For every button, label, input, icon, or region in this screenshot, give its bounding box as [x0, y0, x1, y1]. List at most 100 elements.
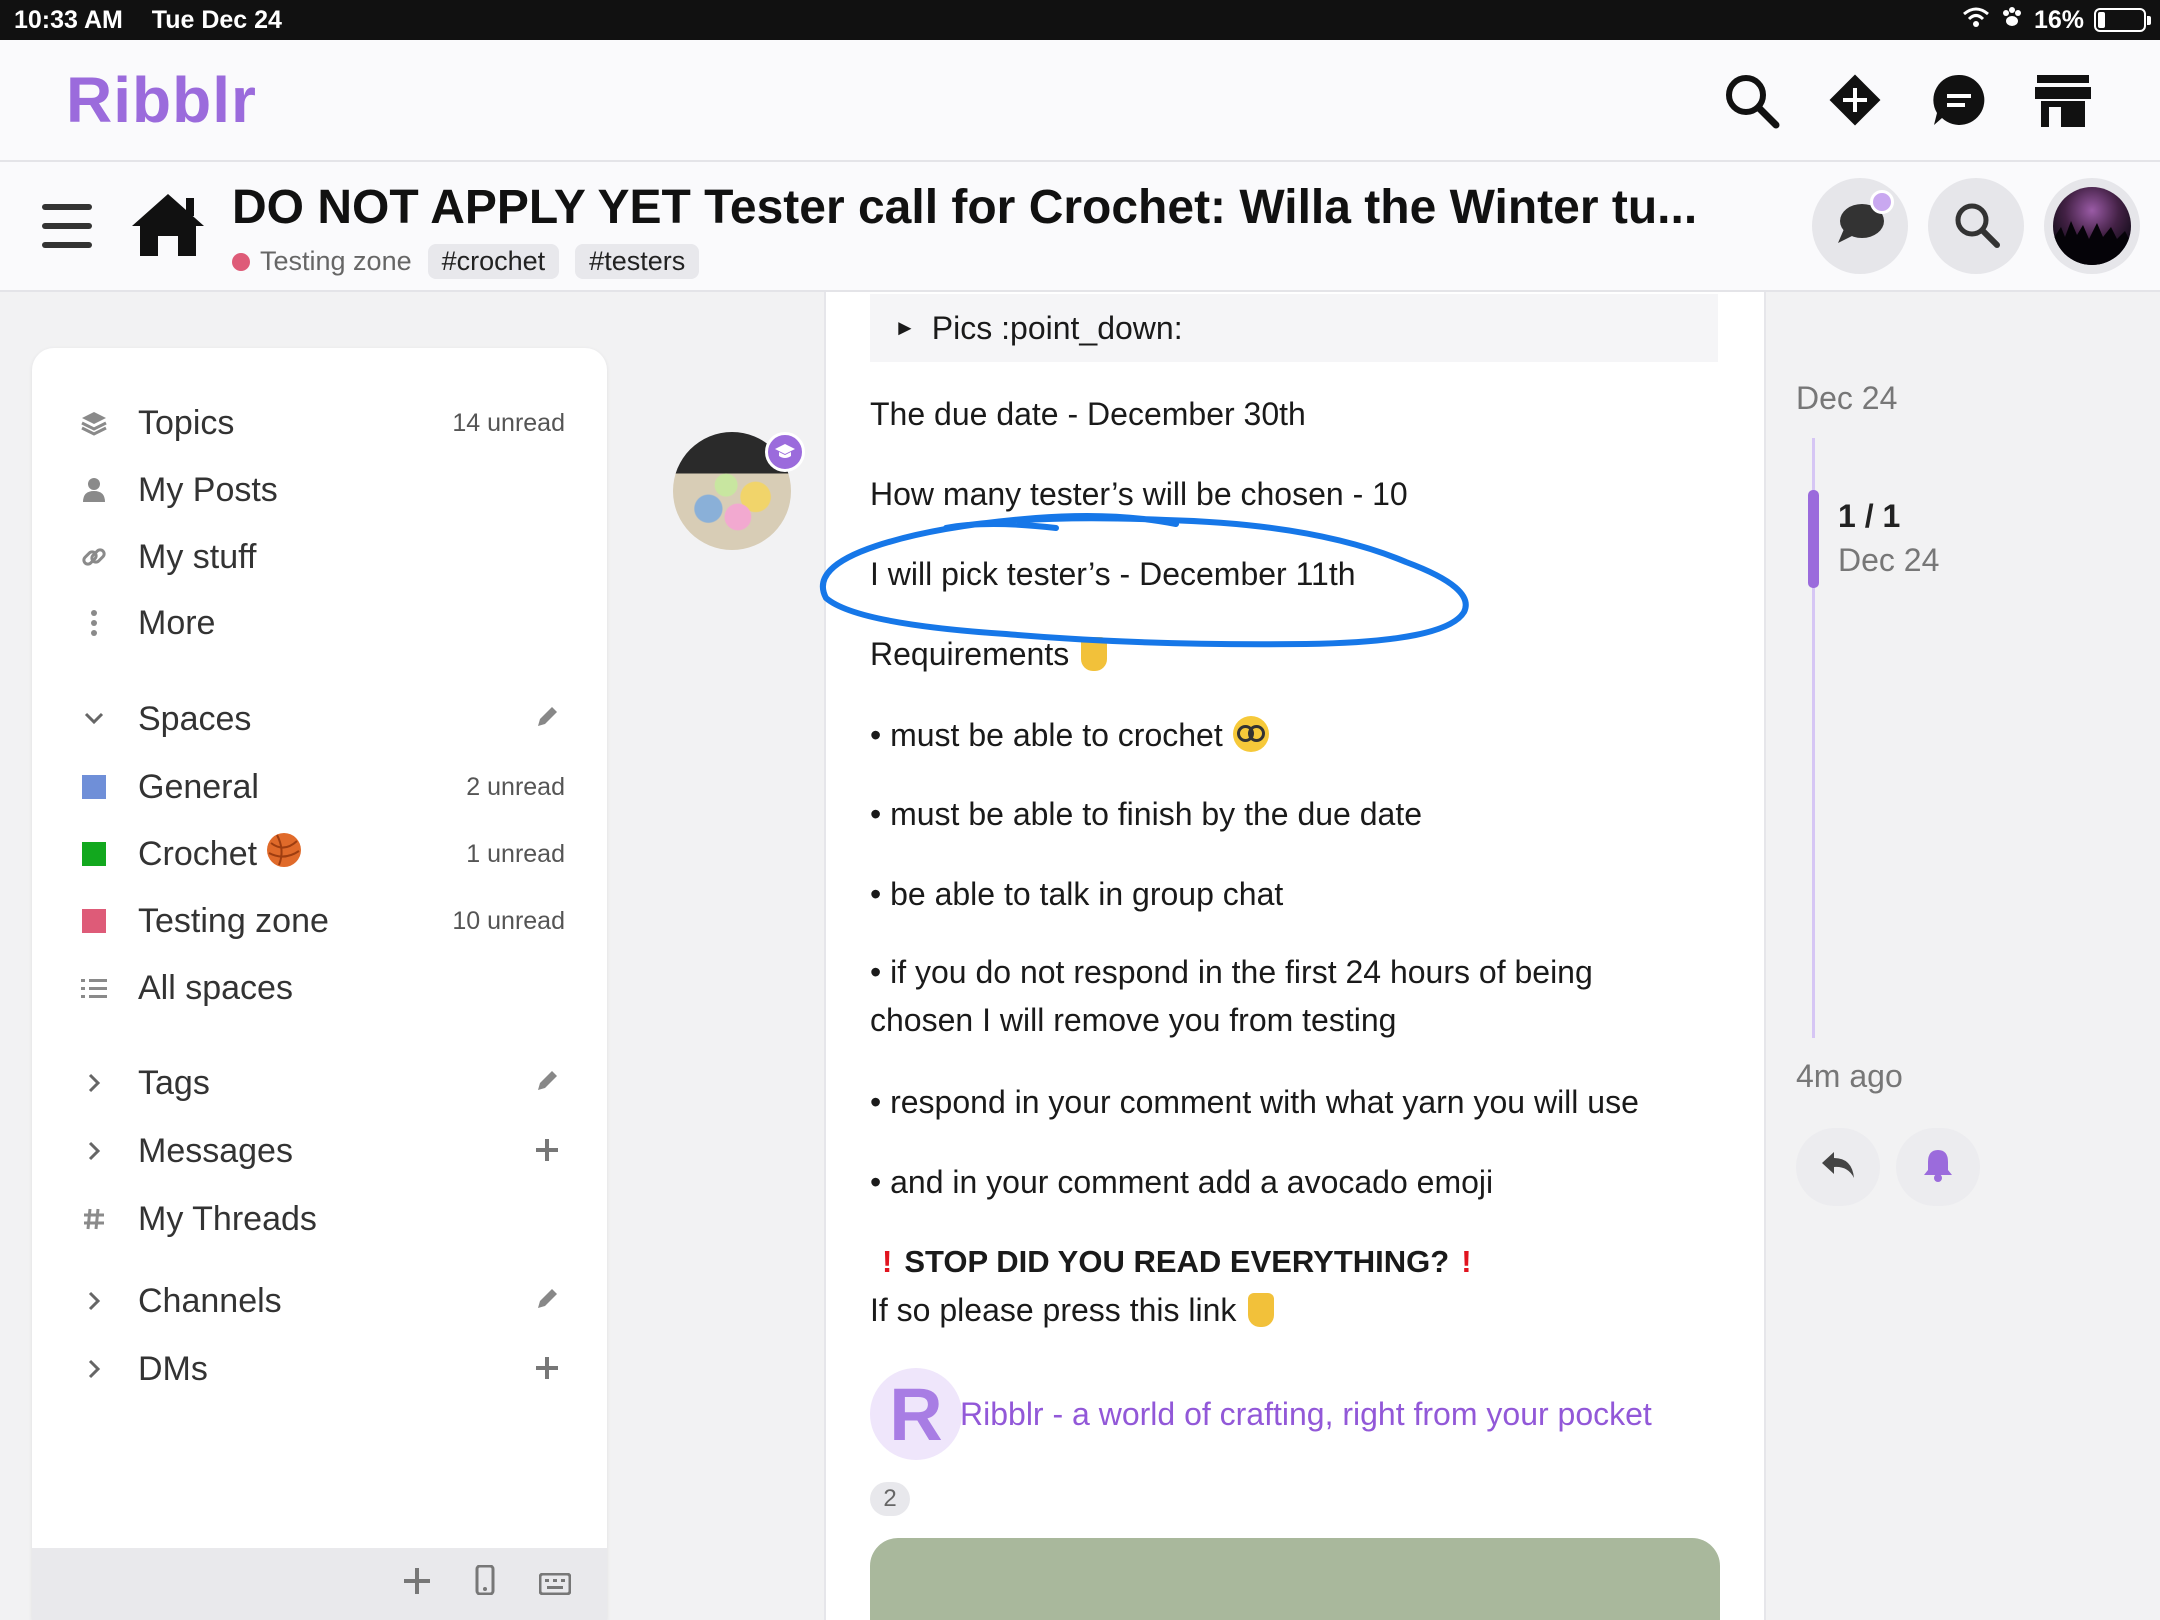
exclamation-icon: !: [882, 1244, 893, 1279]
post-image[interactable]: [870, 1538, 1720, 1620]
sidebar-section-messages[interactable]: Messages: [76, 1124, 565, 1178]
pencil-icon[interactable]: [529, 1064, 565, 1103]
sidebar-item-my-stuff[interactable]: My stuff: [76, 530, 565, 584]
section-label: Tags: [138, 1063, 210, 1102]
chat-bubble-icon[interactable]: [1928, 69, 1990, 131]
menu-icon[interactable]: [42, 204, 92, 250]
paw-icon: [2000, 5, 2024, 36]
reply-button[interactable]: [1796, 1128, 1880, 1206]
requirement-item: • must be able to finish by the due date: [870, 796, 1422, 832]
timeline-position: 1 / 1: [1838, 498, 1901, 534]
wifi-icon: [1962, 6, 1990, 35]
notification-dot: [1870, 190, 1894, 214]
bell-icon: [1922, 1148, 1954, 1187]
topic-search-button[interactable]: [1928, 178, 2024, 274]
sidebar-item-my-posts[interactable]: My Posts: [76, 463, 565, 517]
category-dot: [232, 252, 250, 271]
sidebar-item-my-threads[interactable]: My Threads: [76, 1192, 565, 1246]
layers-icon: [76, 405, 112, 441]
chevron-right-icon: [76, 1133, 112, 1169]
ribblr-r-logo: R: [870, 1368, 962, 1460]
sidebar-section-dms[interactable]: DMs: [76, 1342, 565, 1396]
ribblr-logo[interactable]: Ribblr: [66, 63, 257, 137]
link-click-count: 2: [870, 1482, 910, 1516]
section-label: Spaces: [138, 699, 252, 738]
battery-percent: 16%: [2033, 5, 2084, 34]
triangle-right-icon: ►: [894, 315, 916, 340]
keyboard-icon[interactable]: [538, 1565, 572, 1604]
section-label: Messages: [138, 1131, 293, 1170]
category-badge[interactable]: Testing zone: [232, 246, 412, 277]
requirement-item: • must be able to crochet: [870, 716, 1269, 754]
chevron-right-icon: [76, 1351, 112, 1387]
unread-count: 1 unread: [466, 839, 565, 868]
sidebar-item-label: Topics: [138, 403, 235, 442]
testers-count-line: How many tester’s will be chosen - 10: [870, 476, 1408, 512]
pattern-diamond-icon[interactable]: [1824, 69, 1886, 131]
stop-warning-text: STOP DID YOU READ EVERYTHING?: [904, 1244, 1450, 1279]
status-date: Tue Dec 24: [151, 5, 282, 34]
tag-testers[interactable]: #testers: [575, 244, 700, 279]
battery-icon: [2094, 8, 2151, 32]
link-icon: [76, 539, 112, 575]
exclamation-icon: !: [1461, 1244, 1472, 1279]
sidebar-section-tags[interactable]: Tags: [76, 1056, 565, 1110]
due-date-line: The due date - December 30th: [870, 396, 1306, 432]
plus-icon[interactable]: [403, 1565, 431, 1604]
requirement-text: • must be able to crochet: [870, 717, 1223, 753]
timeline-last-activity[interactable]: 4m ago: [1796, 1058, 1903, 1095]
timeline-position-date: Dec 24: [1838, 542, 1940, 578]
requirement-item: • be able to talk in group chat: [870, 876, 1284, 912]
sidebar-section-channels[interactable]: Channels: [76, 1274, 565, 1328]
home-icon[interactable]: [128, 190, 208, 260]
list-icon: [76, 970, 112, 1006]
tag-crochet[interactable]: #crochet: [427, 244, 560, 279]
sidebar-section-spaces[interactable]: Spaces: [76, 692, 565, 746]
shop-icon[interactable]: [2032, 69, 2094, 131]
requirements-heading: Requirements: [870, 636, 1108, 673]
sidebar-item-label: My stuff: [138, 537, 257, 576]
stop-warning-line: ! STOP DID YOU READ EVERYTHING?!: [870, 1244, 1484, 1280]
press-link-text: If so please press this link: [870, 1292, 1237, 1328]
space-color-swatch: [82, 842, 106, 866]
plus-icon[interactable]: [529, 1132, 565, 1171]
search-icon[interactable]: [1720, 69, 1782, 131]
user-avatar-button[interactable]: [2044, 178, 2140, 274]
sidebar-item-topics[interactable]: Topics 14 unread: [76, 396, 565, 450]
space-color-swatch: [82, 775, 106, 799]
status-bar: 10:33 AM Tue Dec 24 16%: [0, 0, 2160, 40]
section-label: DMs: [138, 1349, 208, 1388]
user-icon: [76, 472, 112, 508]
mobile-device-icon[interactable]: [475, 1564, 495, 1604]
unread-count: 2 unread: [466, 772, 565, 801]
requirement-item: • and in your comment add a avocado emoj…: [870, 1164, 1494, 1200]
requirement-item: • if you do not respond in the first 24 …: [870, 954, 1593, 1038]
plus-icon[interactable]: [529, 1350, 565, 1389]
requirements-label: Requirements: [870, 636, 1070, 672]
sidebar-item-testing-zone[interactable]: Testing zone 10 unread: [76, 894, 565, 948]
notification-bell-button[interactable]: [1896, 1128, 1980, 1206]
sidebar-item-general[interactable]: General 2 unread: [76, 760, 565, 814]
topic-title[interactable]: DO NOT APPLY YET Tester call for Crochet…: [232, 180, 1697, 235]
timeline-handle[interactable]: [1808, 490, 1819, 588]
chevron-right-icon: [76, 1065, 112, 1101]
section-label: Channels: [138, 1281, 282, 1320]
ribblr-link[interactable]: R Ribblr - a world of crafting, right fr…: [870, 1368, 1652, 1460]
sidebar-item-label: All spaces: [138, 968, 293, 1007]
details-toggle[interactable]: ► Pics :point_down:: [870, 294, 1718, 362]
category-label: Testing zone: [260, 246, 412, 276]
chat-button[interactable]: [1812, 178, 1908, 274]
sidebar-item-label: Crochet: [138, 834, 258, 873]
sidebar-item-label: More: [138, 603, 216, 642]
sidebar-item-more[interactable]: More: [76, 596, 565, 650]
pencil-icon[interactable]: [529, 700, 565, 739]
sidebar-item-label: My Threads: [138, 1199, 317, 1238]
timeline-start-date[interactable]: Dec 24: [1796, 380, 1897, 417]
reply-arrow-icon: [1820, 1150, 1856, 1185]
unread-count: 10 unread: [452, 906, 565, 935]
sidebar-item-all-spaces[interactable]: All spaces: [76, 961, 565, 1015]
unread-count: 14 unread: [452, 408, 565, 437]
pencil-icon[interactable]: [529, 1282, 565, 1321]
space-color-swatch: [82, 909, 106, 933]
sidebar-item-crochet[interactable]: Crochet 1 unread: [76, 827, 565, 881]
